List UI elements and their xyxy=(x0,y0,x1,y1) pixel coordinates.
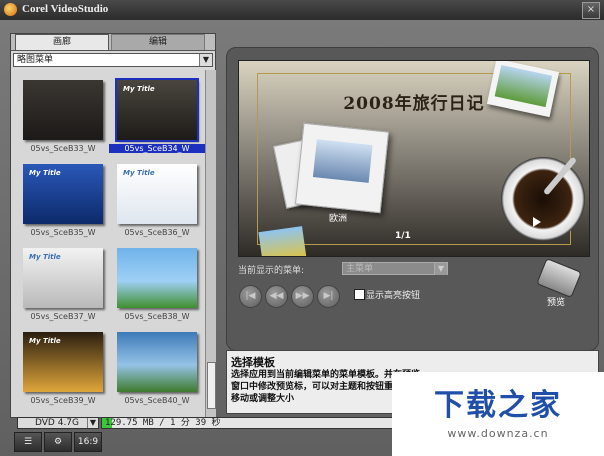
template-thumbnail-label[interactable]: 05vs_SceB35_W xyxy=(15,228,111,237)
app-icon xyxy=(4,3,17,16)
last-button[interactable]: ▶| xyxy=(317,285,340,308)
capacity-bar: 129.75 MB / 1 分 39 秒 xyxy=(101,417,431,429)
current-menu-label: 当前显示的菜单: xyxy=(238,266,305,276)
thumbnail-title-text: My Title xyxy=(123,85,155,93)
template-thumbnail[interactable]: My Title xyxy=(23,332,103,392)
disc-type-value: DVD 4.7G xyxy=(35,418,80,428)
thumbnail-title-text: My Title xyxy=(123,169,155,177)
scrollbar-thumb[interactable] xyxy=(207,362,216,409)
menu-thumbnail-button[interactable] xyxy=(294,122,390,214)
template-thumbnail-label[interactable]: 05vs_SceB37_W xyxy=(15,312,111,321)
template-thumbnail[interactable]: My Title xyxy=(117,164,197,224)
previous-button[interactable]: ◀◀ xyxy=(265,285,288,308)
close-button[interactable]: × xyxy=(582,2,600,19)
watermark-url: www.downza.cn xyxy=(447,427,549,440)
template-category-select[interactable]: 略图菜单 ▼ xyxy=(13,53,213,67)
sunflower-photo xyxy=(258,226,308,256)
settings-list-icon[interactable]: ☰ xyxy=(14,432,42,452)
watermark-logo: 下载之家 www.downza.cn xyxy=(392,372,604,456)
coffee-cup-image xyxy=(501,157,585,241)
template-thumbnail-label[interactable]: 05vs_SceB34_W xyxy=(109,144,205,153)
template-thumbnail-list: 05vs_SceB33_W My Title 05vs_SceB34_W My Tit… xyxy=(11,70,205,417)
template-thumbnail-label[interactable]: 05vs_SceB38_W xyxy=(109,312,205,321)
preview-panel: 2008年旅行日记 欧洲 1/1 当前显示的菜单: 主菜单 ▼ |◀ ◀◀ ▶▶… xyxy=(226,47,599,351)
chevron-down-icon[interactable]: ▼ xyxy=(87,418,98,428)
template-thumbnail-label[interactable]: 05vs_SceB39_W xyxy=(15,396,111,405)
gear-icon[interactable]: ⚙ xyxy=(44,432,72,452)
template-thumbnail[interactable] xyxy=(117,332,197,392)
show-highlight-checkbox[interactable] xyxy=(354,289,365,300)
show-highlight-label: 显示高亮按钮 xyxy=(366,291,421,301)
current-menu-row: 当前显示的菜单: 主菜单 ▼ xyxy=(238,262,578,276)
tab-edit[interactable]: 编辑 xyxy=(111,34,205,50)
chevron-down-icon[interactable]: ▼ xyxy=(199,54,212,66)
template-thumbnail[interactable] xyxy=(23,80,103,140)
window-title: Corel VideoStudio xyxy=(22,3,109,15)
template-thumbnail[interactable] xyxy=(117,248,197,308)
template-category-value: 略图菜单 xyxy=(17,55,54,65)
library-tabs: 画廊 编辑 xyxy=(11,34,215,51)
preview-menu-title[interactable]: 2008年旅行日记 xyxy=(239,89,589,114)
thumbnail-title-text: My Title xyxy=(29,169,61,177)
aspect-ratio-icon[interactable]: 16:9 xyxy=(74,432,102,452)
tab-gallery[interactable]: 画廊 xyxy=(15,34,109,50)
bottom-toolbar: ☰ ⚙ 16:9 xyxy=(14,432,104,452)
preview-page-indicator: 1/1 xyxy=(395,231,411,241)
template-thumbnail-label[interactable]: 05vs_SceB40_W xyxy=(109,396,205,405)
template-thumbnail-label[interactable]: 05vs_SceB36_W xyxy=(109,228,205,237)
chevron-down-icon[interactable]: ▼ xyxy=(434,263,447,275)
current-menu-value: 主菜单 xyxy=(346,264,374,274)
title-bar: Corel VideoStudio × xyxy=(0,0,604,21)
watermark-title: 下载之家 xyxy=(434,388,562,423)
thumbnail-title-text: My Title xyxy=(29,337,61,345)
thumbnail-scrollbar[interactable] xyxy=(205,70,216,417)
template-thumbnail-label[interactable]: 05vs_SceB33_W xyxy=(15,144,111,153)
thumbnail-title-text: My Title xyxy=(29,253,61,261)
template-thumbnail[interactable]: My Title xyxy=(115,78,199,142)
template-thumbnail[interactable]: My Title xyxy=(23,164,103,224)
description-title: 选择模板 xyxy=(231,356,275,369)
play-icon[interactable] xyxy=(533,217,541,227)
disc-type-select[interactable]: DVD 4.7G ▼ xyxy=(17,417,99,429)
preview-thumbnail-caption[interactable]: 欧洲 xyxy=(329,211,347,224)
current-menu-select[interactable]: 主菜单 ▼ xyxy=(342,262,448,275)
menu-preview[interactable]: 2008年旅行日记 欧洲 1/1 xyxy=(238,60,590,257)
status-bar: DVD 4.7G ▼ 129.75 MB / 1 分 39 秒 xyxy=(17,417,437,430)
first-button[interactable]: |◀ xyxy=(239,285,262,308)
capacity-text: 129.75 MB / 1 分 39 秒 xyxy=(105,418,221,428)
preview-button-label[interactable]: 预览 xyxy=(547,295,565,308)
library-panel: 画廊 编辑 略图菜单 ▼ 05vs_SceB33_W My Title 05vs_S… xyxy=(10,33,216,418)
template-thumbnail[interactable]: My Title xyxy=(23,248,103,308)
next-button[interactable]: ▶▶ xyxy=(291,285,314,308)
